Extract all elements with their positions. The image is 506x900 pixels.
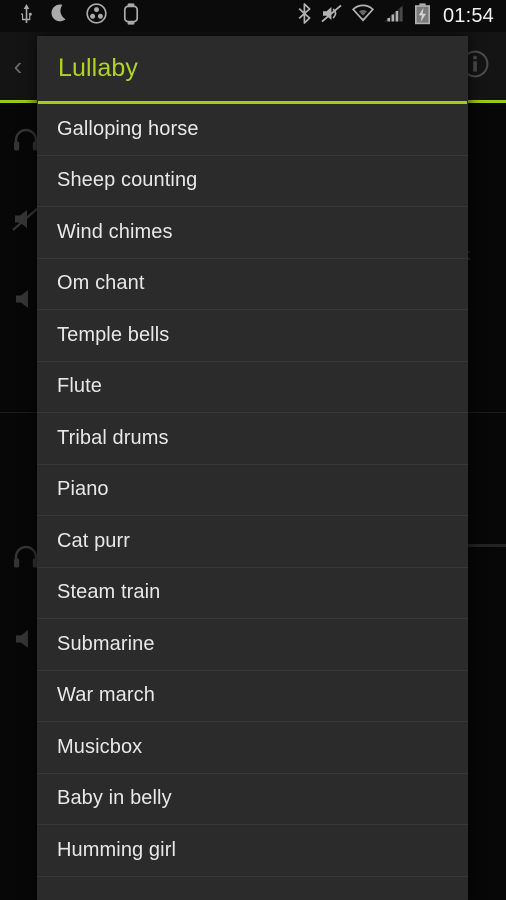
list-item[interactable]: Om chant [37,258,468,310]
list-item-label: Flute [57,375,102,398]
list-item[interactable] [37,876,468,900]
sound-list[interactable]: Galloping horse Sheep counting Wind chim… [37,104,468,900]
status-bar-right-icons: 01:54 [298,2,498,30]
list-item-label: Sheep counting [57,169,198,192]
list-item[interactable]: Steam train [37,567,468,619]
volume-muted-icon [321,4,343,28]
list-item[interactable]: Baby in belly [37,773,468,825]
status-bar-left-icons [8,2,139,30]
list-item[interactable]: Flute [37,361,468,413]
list-item-label: Steam train [57,581,161,604]
usb-icon [18,3,35,29]
wifi-icon [351,4,374,28]
list-item[interactable]: Sheep counting [37,155,468,207]
list-item-label: Musicbox [57,735,143,758]
list-item-label: Galloping horse [57,117,199,140]
list-item[interactable]: Piano [37,464,468,516]
phone-screen: 01:54 ‹ Lullaby Galloping horse Sheep co… [0,0,506,900]
bluetooth-icon [298,3,312,29]
list-item[interactable]: Tribal drums [37,413,468,465]
dialog-title-area: Lullaby [37,36,468,101]
smartwatch-icon [123,2,139,30]
list-item-label: Om chant [57,272,145,295]
list-item-label: War march [57,684,155,707]
list-item[interactable]: Submarine [37,619,468,671]
list-item-label: Temple bells [57,323,170,346]
back-button[interactable]: ‹ [0,53,36,79]
list-item[interactable]: Temple bells [37,310,468,362]
list-item[interactable]: War march [37,670,468,722]
list-item-label: Cat purr [57,529,131,552]
status-bar-clock: 01:54 [442,4,494,27]
list-item[interactable]: Galloping horse [37,104,468,156]
list-item-label: Piano [57,478,109,501]
list-item[interactable]: Wind chimes [37,207,468,259]
back-chevron-icon: ‹ [13,51,23,81]
list-item-label: Tribal drums [57,426,169,449]
list-item-label: Wind chimes [57,220,173,243]
list-item-label: Humming girl [57,838,177,861]
do-not-disturb-moon-icon [51,4,70,29]
dialog-title: Lullaby [58,54,138,82]
list-item-label: Baby in belly [57,787,172,810]
list-item[interactable]: Humming girl [37,825,468,877]
list-item[interactable]: Musicbox [37,722,468,774]
list-item-label: Submarine [57,632,155,655]
list-item[interactable]: Cat purr [37,516,468,568]
battery-charging-icon [414,2,431,30]
cellular-signal-icon [383,4,405,28]
status-bar: 01:54 [0,0,506,32]
sound-picker-dialog: Lullaby Galloping horse Sheep counting W… [37,36,468,900]
media-circle-dots-icon [86,3,107,29]
